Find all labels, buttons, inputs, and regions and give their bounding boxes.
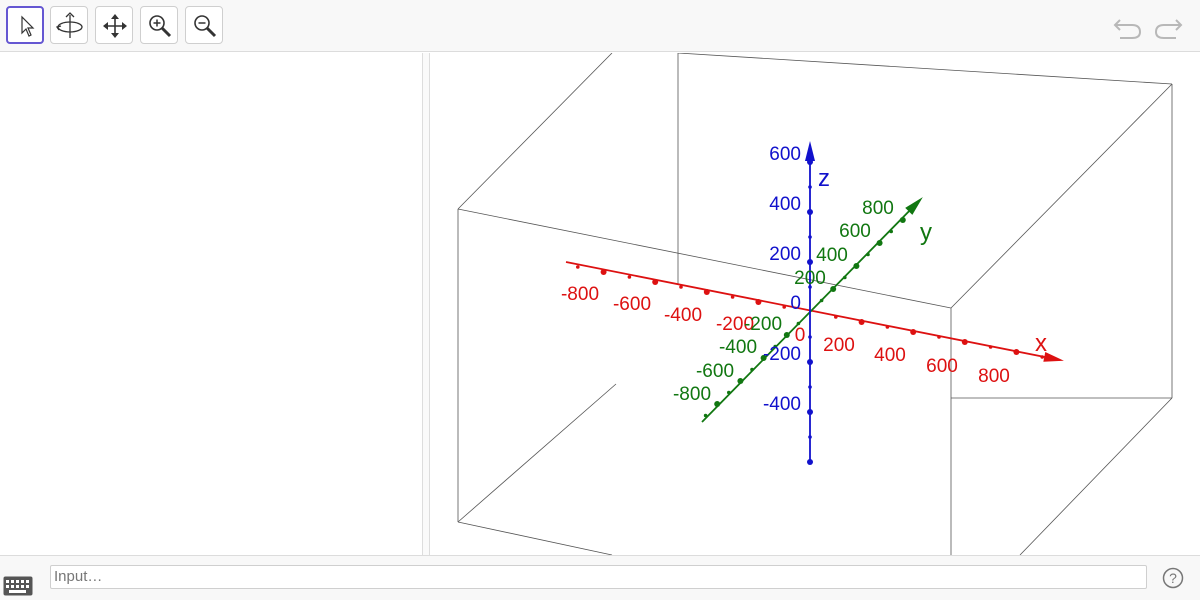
move-tool-button[interactable] bbox=[6, 6, 44, 44]
z-axis-tick bbox=[808, 235, 812, 239]
y-axis-tick bbox=[737, 378, 744, 384]
graphics-3d-canvas[interactable]: x-800 -600-400 -2000 200 400600 800y-800-600-… bbox=[430, 53, 1200, 555]
x-tick-label: -600 bbox=[613, 294, 651, 315]
cursor-arrow-icon bbox=[21, 15, 35, 37]
z-axis-tick bbox=[808, 385, 812, 389]
redo-icon[interactable] bbox=[1150, 14, 1184, 40]
x-axis-tick bbox=[834, 315, 838, 319]
x-axis-tick bbox=[910, 329, 917, 335]
y-axis-line bbox=[701, 199, 921, 423]
y-axis-tick bbox=[703, 413, 708, 418]
y-axis-tick bbox=[866, 252, 870, 257]
input-bar: Input… ? bbox=[0, 555, 1200, 600]
x-tick-label: 800 bbox=[978, 366, 1010, 387]
help-glyph: ? bbox=[1169, 570, 1177, 586]
four-way-arrow-icon bbox=[103, 14, 127, 38]
x-tick-label: 600 bbox=[926, 356, 958, 377]
z-tick-label: -400 bbox=[763, 394, 801, 415]
y-tick-label: -600 bbox=[696, 361, 734, 382]
x-axis-tick bbox=[679, 285, 683, 289]
graphics-3d-view[interactable]: x -800 -600 -400 -200 0 200 400 600 800 y -800 -600-… bbox=[430, 53, 1200, 555]
y-axis-tick bbox=[830, 286, 837, 292]
y-axis-tick bbox=[819, 298, 824, 303]
zoom-in-icon bbox=[149, 15, 172, 38]
keyboard-icon[interactable] bbox=[3, 576, 33, 596]
x-axis-tick bbox=[730, 295, 735, 299]
y-tick-label: -800 bbox=[673, 384, 711, 405]
clipping-box-edge bbox=[457, 383, 617, 523]
x-axis-tick bbox=[600, 269, 607, 275]
z-axis-tick bbox=[807, 409, 813, 415]
x-axis-tick bbox=[576, 265, 580, 269]
x-axis-tick bbox=[988, 345, 993, 349]
x-axis-tick bbox=[1013, 349, 1020, 355]
view-splitter[interactable] bbox=[422, 53, 430, 555]
move-graphics-view-button[interactable] bbox=[95, 6, 133, 44]
z-axis-label: z bbox=[818, 165, 830, 192]
z-axis-tick bbox=[808, 435, 812, 439]
x-tick-label: -400 bbox=[664, 305, 702, 326]
y-tick-label: -200 bbox=[744, 314, 782, 335]
x-axis-tick bbox=[652, 279, 659, 285]
z-tick-label: 600 bbox=[769, 144, 801, 165]
clipping-box-edge bbox=[677, 53, 1173, 85]
undo-icon[interactable] bbox=[1112, 14, 1146, 40]
y-axis-tick bbox=[783, 332, 790, 338]
y-axis-tick bbox=[750, 367, 754, 372]
x-tick-label: 0 bbox=[795, 325, 806, 346]
zoom-out-button[interactable] bbox=[185, 6, 223, 44]
x-axis-tick bbox=[885, 325, 890, 329]
x-axis-tick bbox=[627, 275, 632, 279]
clipping-box-edge bbox=[950, 83, 1173, 309]
y-axis-tick bbox=[876, 240, 883, 246]
z-tick-label: 400 bbox=[769, 194, 801, 215]
x-axis-tick bbox=[782, 305, 786, 309]
toolbar bbox=[0, 0, 1200, 52]
y-axis-tick bbox=[889, 229, 893, 234]
y-axis-label: y bbox=[920, 219, 932, 246]
z-axis-tick bbox=[807, 459, 813, 465]
input-placeholder: Input… bbox=[54, 568, 103, 585]
algebra-view[interactable] bbox=[0, 53, 422, 555]
rotate-3d-view-button[interactable] bbox=[50, 6, 88, 44]
y-tick-label: -400 bbox=[719, 337, 757, 358]
z-tick-label: 200 bbox=[769, 244, 801, 265]
y-tick-label: 600 bbox=[839, 221, 871, 242]
y-axis-tick bbox=[727, 390, 731, 395]
y-axis-tick bbox=[899, 217, 906, 223]
z-axis-tick bbox=[807, 159, 813, 165]
input-field[interactable]: Input… bbox=[50, 565, 1147, 589]
zoom-in-button[interactable] bbox=[140, 6, 178, 44]
x-tick-label: -800 bbox=[561, 284, 599, 305]
x-axis-tick bbox=[937, 335, 941, 339]
x-axis-tick bbox=[961, 339, 968, 345]
x-tick-label: 400 bbox=[874, 345, 906, 366]
help-icon[interactable]: ? bbox=[1162, 567, 1184, 589]
z-tick-label: -200 bbox=[763, 344, 801, 365]
z-axis-tick bbox=[807, 259, 813, 265]
rotate-3d-icon bbox=[55, 12, 83, 38]
y-axis-tick bbox=[853, 263, 860, 269]
x-tick-label: 200 bbox=[823, 335, 855, 356]
y-axis-tick bbox=[714, 401, 721, 407]
x-axis-tick bbox=[858, 319, 865, 325]
y-axis-tick bbox=[843, 275, 847, 280]
x-axis-tick bbox=[755, 299, 762, 305]
zoom-out-icon bbox=[194, 15, 217, 38]
z-axis-tick bbox=[807, 209, 813, 215]
z-axis-arrow bbox=[805, 141, 815, 161]
z-axis-tick bbox=[808, 335, 812, 339]
x-axis-tick bbox=[703, 289, 710, 295]
x-axis-label: x bbox=[1035, 330, 1047, 357]
y-tick-label: 400 bbox=[816, 245, 848, 266]
clipping-box-edge bbox=[457, 521, 613, 555]
z-axis-tick bbox=[808, 185, 812, 189]
clipping-box-edge bbox=[457, 53, 613, 210]
z-axis-tick bbox=[807, 359, 813, 365]
y-tick-label: 200 bbox=[794, 268, 826, 289]
z-tick-label: 0 bbox=[790, 293, 801, 314]
y-tick-label: 800 bbox=[862, 198, 894, 219]
clipping-box-edge bbox=[1019, 397, 1173, 555]
